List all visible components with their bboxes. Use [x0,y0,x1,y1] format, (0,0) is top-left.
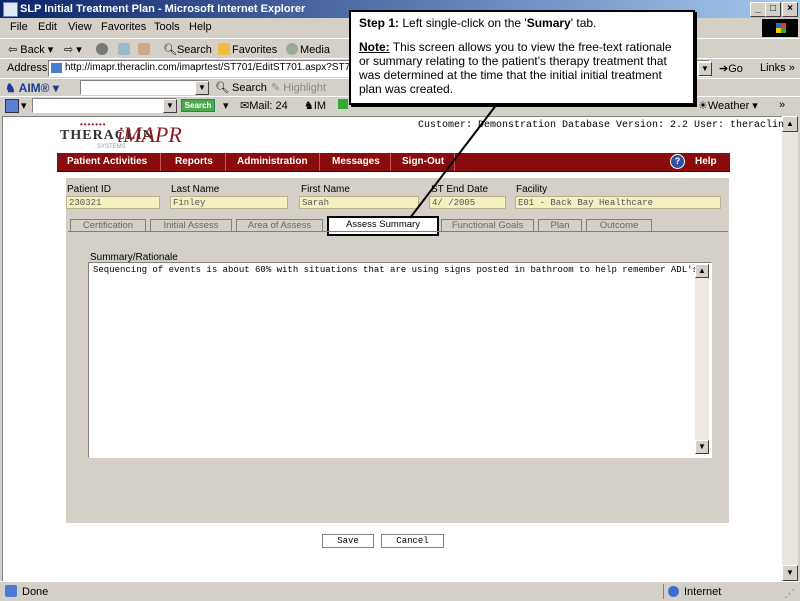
callout-step-post: ' tab. [570,16,597,30]
callout-step-pre: Left single-click on the ' [399,16,527,30]
callout-note: Note: This screen allows you to view the… [359,40,685,96]
callout-note-label: Note: [359,40,390,54]
callout-note-text: This screen allows you to view the free-… [359,40,672,96]
tutorial-callout: Step 1: Left single-click on the 'Sumary… [349,10,695,105]
callout-step-label: Step 1: [359,16,400,30]
callout-step: Step 1: Left single-click on the 'Sumary… [359,16,685,30]
callout-step-target: Sumary [526,16,571,30]
